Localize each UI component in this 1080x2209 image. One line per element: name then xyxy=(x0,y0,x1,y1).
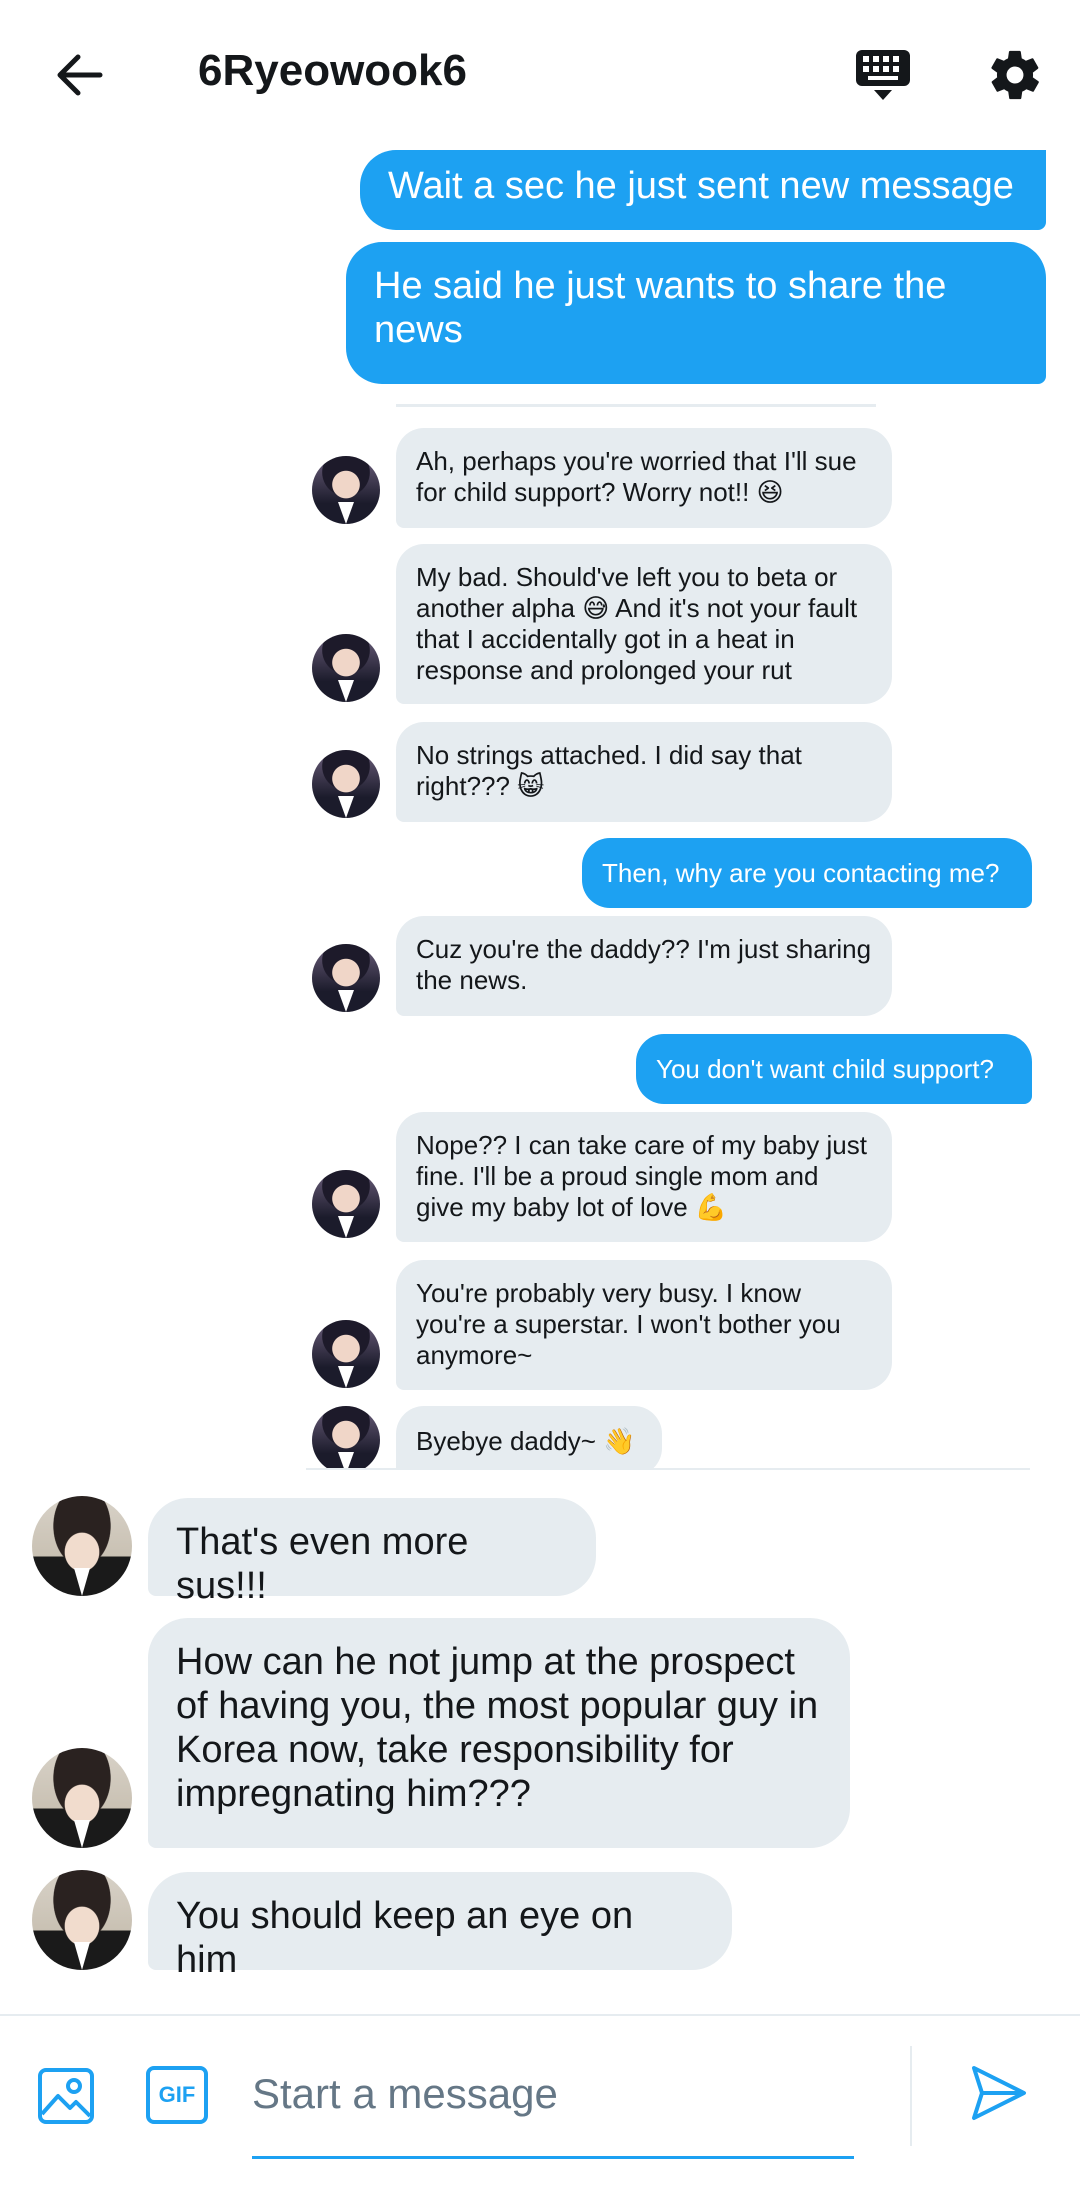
screenshot-message-text: No strings attached. I did say that righ… xyxy=(416,740,802,801)
image-icon xyxy=(38,2068,94,2124)
screenshot-incoming-bubble: Nope?? I can take care of my baby just f… xyxy=(396,1112,892,1242)
screenshot-outgoing-bubble: You don't want child support? xyxy=(636,1034,1032,1104)
send-button[interactable] xyxy=(968,2062,1038,2132)
avatar[interactable] xyxy=(32,1870,132,1970)
avatar[interactable] xyxy=(32,1496,132,1596)
back-button[interactable] xyxy=(44,40,114,110)
screenshot-message-text: Nope?? I can take care of my baby just f… xyxy=(416,1130,867,1222)
screenshot-message-text: Byebye daddy~ 👋 xyxy=(416,1426,636,1456)
avatar xyxy=(312,750,380,818)
settings-button[interactable] xyxy=(980,40,1050,110)
avatar xyxy=(312,944,380,1012)
keyboard-toggle-button[interactable] xyxy=(848,40,918,110)
message-text: How can he not jump at the prospect of h… xyxy=(176,1641,819,1815)
avatar xyxy=(312,1406,380,1470)
screenshot-incoming-bubble: You're probably very busy. I know you're… xyxy=(396,1260,892,1390)
keyboard-icon xyxy=(856,50,910,100)
screenshot-outgoing-bubble: Wait a sec he just sent new message xyxy=(360,150,1046,230)
shared-screenshot-image[interactable]: Wait a sec he just sent new message He s… xyxy=(0,150,1080,1470)
arrow-left-icon xyxy=(57,54,103,96)
screenshot-outgoing-text: Wait a sec he just sent new message xyxy=(388,165,1014,207)
screenshot-outgoing-bubble: Then, why are you contacting me? xyxy=(582,838,1032,908)
screenshot-outgoing-text: He said he just wants to share the news xyxy=(374,265,947,351)
message-text: You should keep an eye on him xyxy=(176,1895,634,1981)
message-bubble[interactable]: How can he not jump at the prospect of h… xyxy=(148,1618,850,1848)
screenshot-incoming-bubble: Byebye daddy~ 👋 xyxy=(396,1406,662,1470)
gif-label: GIF xyxy=(158,2082,196,2107)
screenshot-incoming-bubble: Ah, perhaps you're worried that I'll sue… xyxy=(396,428,892,528)
screenshot-incoming-bubble: No strings attached. I did say that righ… xyxy=(396,722,892,822)
avatar xyxy=(312,1170,380,1238)
divider xyxy=(396,404,876,407)
gif-button[interactable]: GIF xyxy=(146,2066,208,2124)
avatar[interactable] xyxy=(32,1748,132,1848)
message-bubble[interactable]: That's even more sus!!! xyxy=(148,1498,596,1607)
avatar xyxy=(312,1320,380,1388)
avatar xyxy=(312,634,380,702)
composer-divider xyxy=(0,2014,1080,2016)
add-photo-button[interactable] xyxy=(36,2066,96,2126)
message-bubble[interactable]: You should keep an eye on him xyxy=(148,1872,732,1981)
gear-icon xyxy=(991,50,1039,100)
divider xyxy=(306,1468,1030,1470)
header: 6Ryeowook6 xyxy=(0,0,1080,150)
conversation-title: 6Ryeowook6 xyxy=(198,46,467,95)
screenshot-message-text: Then, why are you contacting me? xyxy=(602,857,1000,888)
send-icon xyxy=(972,2066,1026,2120)
screenshot-message-text: My bad. Should've left you to beta or an… xyxy=(416,562,858,685)
screenshot-incoming-bubble: My bad. Should've left you to beta or an… xyxy=(396,544,892,704)
screenshot-message-text: Cuz you're the daddy?? I'm just sharing … xyxy=(416,934,872,995)
composer-separator xyxy=(910,2046,912,2146)
screenshot-message-text: Ah, perhaps you're worried that I'll sue… xyxy=(416,446,857,507)
screenshot-outgoing-bubble: He said he just wants to share the news xyxy=(346,242,1046,384)
screenshot-incoming-bubble: Cuz you're the daddy?? I'm just sharing … xyxy=(396,916,892,1016)
screenshot-message-text: You're probably very busy. I know you're… xyxy=(416,1278,841,1370)
message-input[interactable] xyxy=(252,2060,852,2128)
message-text: That's even more sus!!! xyxy=(176,1521,469,1607)
avatar xyxy=(312,456,380,524)
input-underline xyxy=(252,2156,854,2159)
screenshot-message-text: You don't want child support? xyxy=(656,1053,994,1084)
